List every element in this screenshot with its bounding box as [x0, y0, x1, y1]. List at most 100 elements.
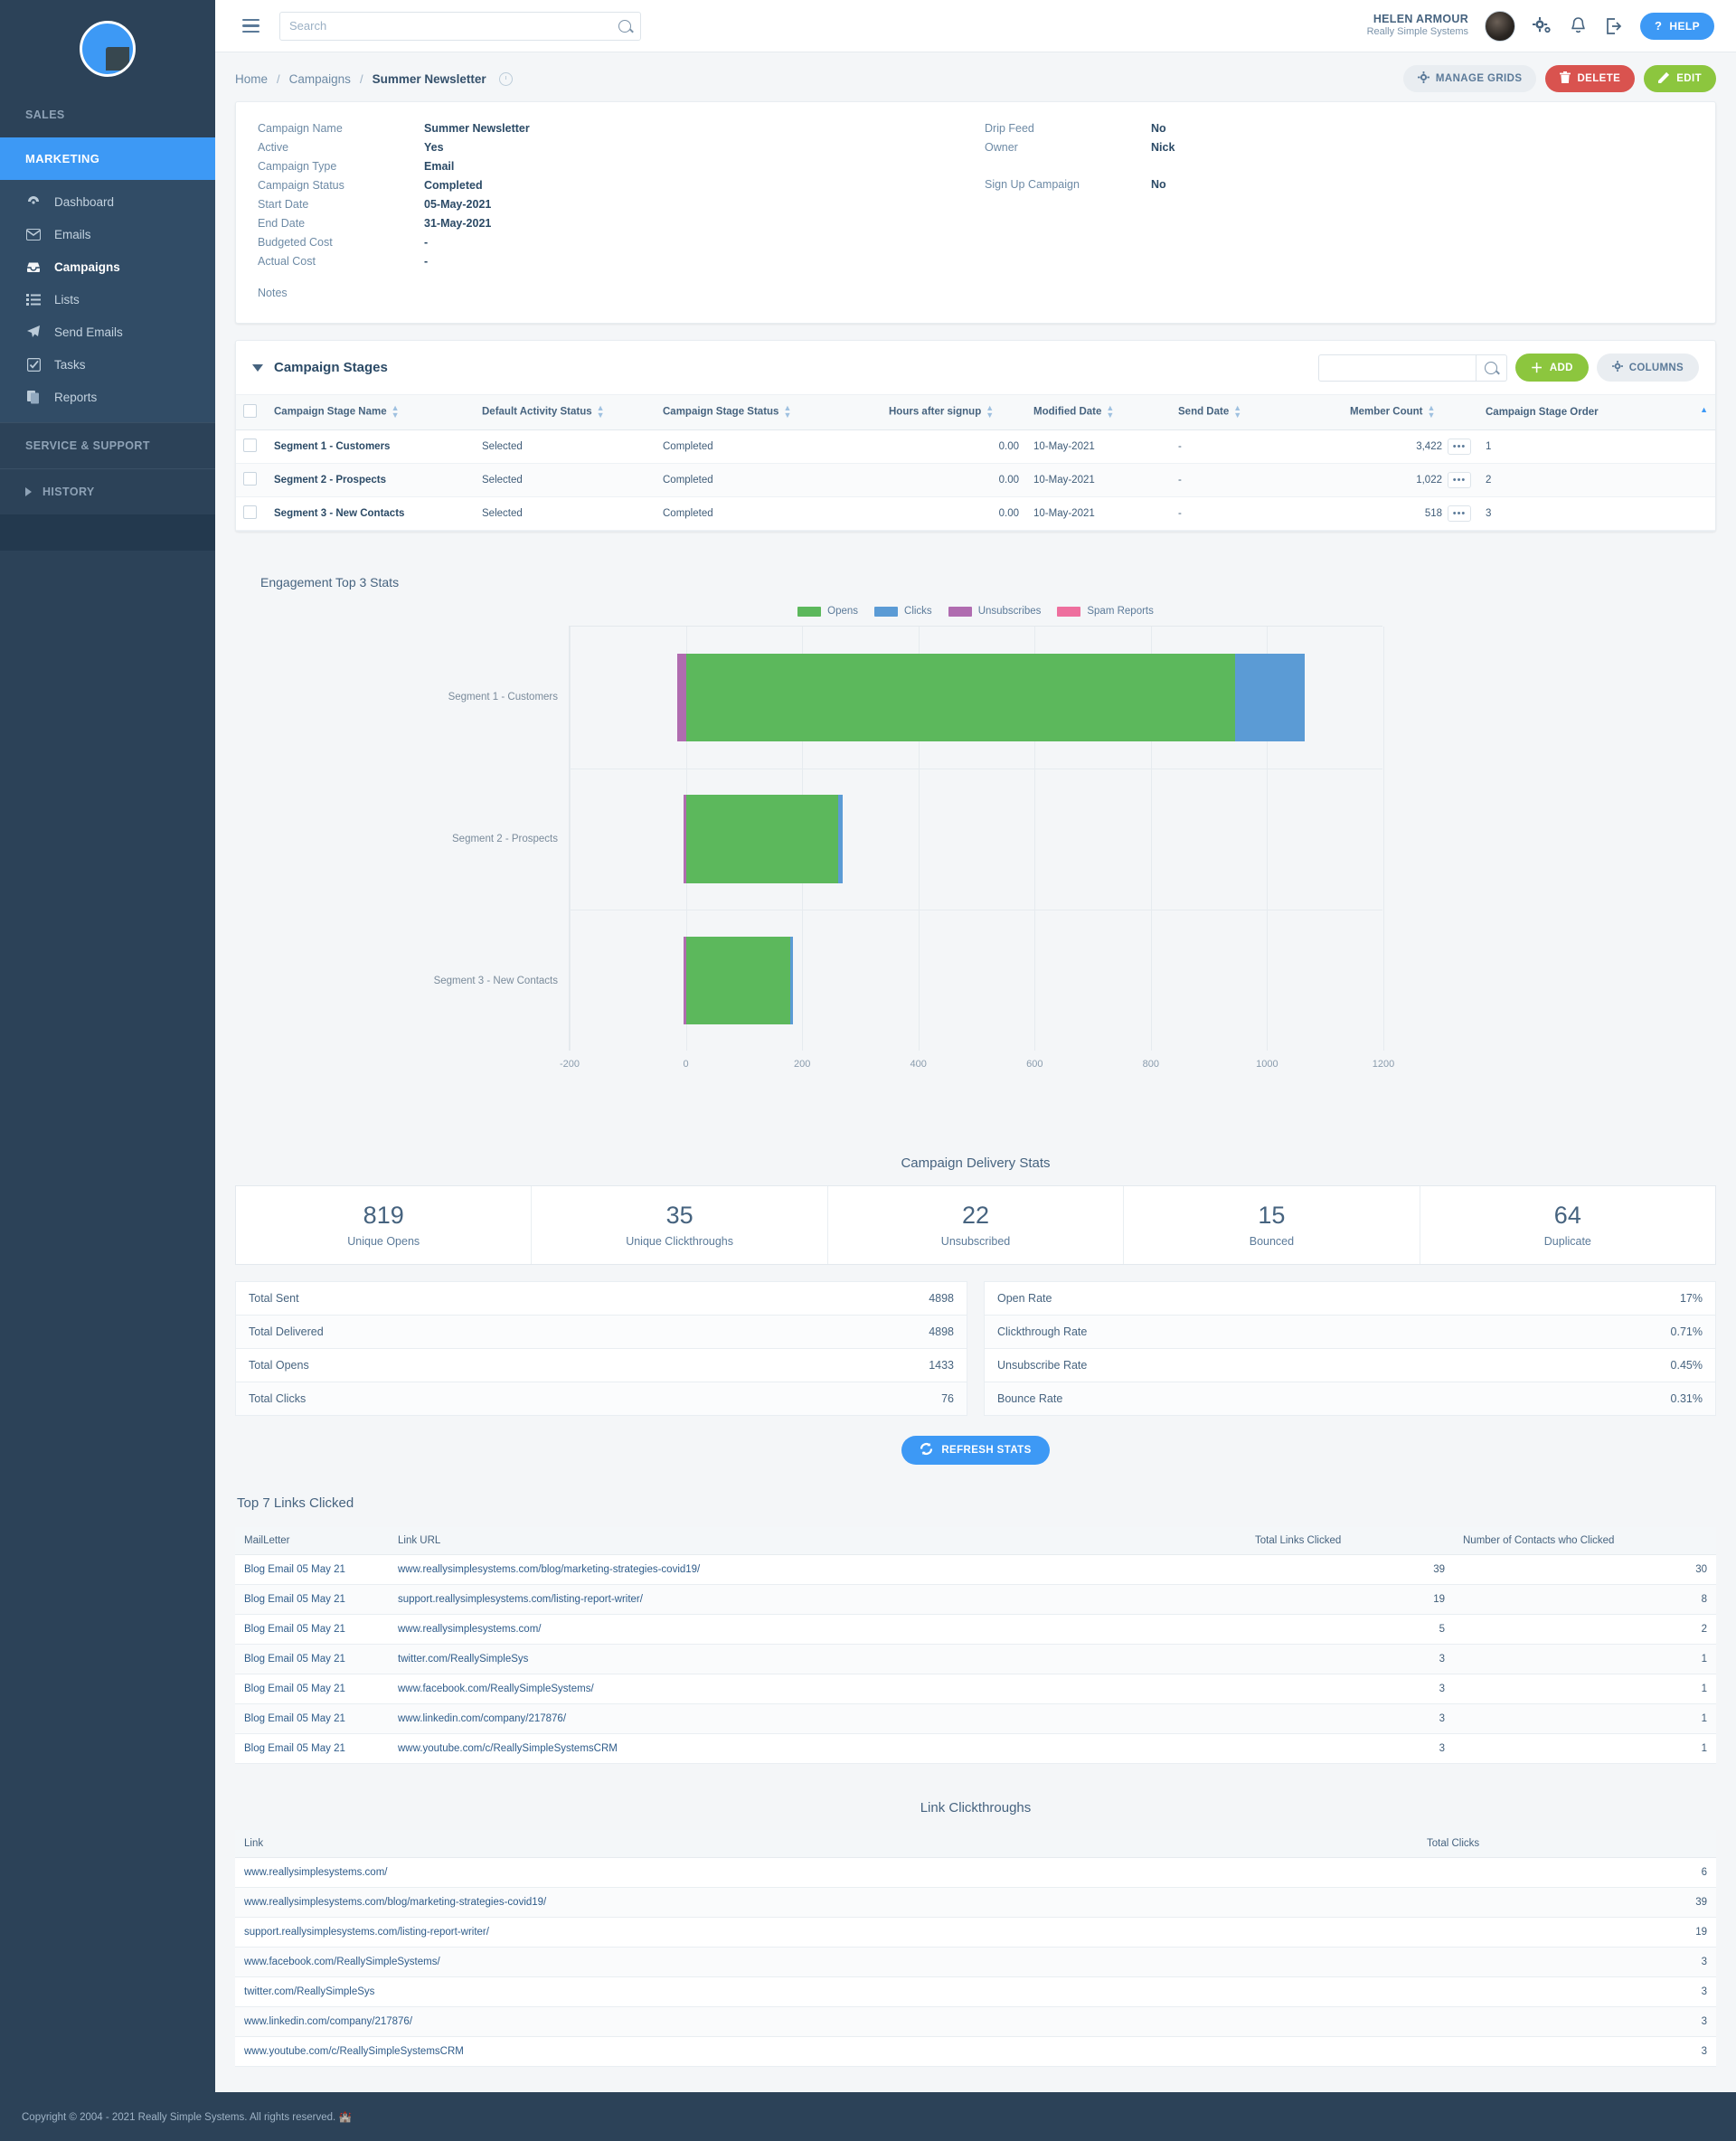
- link-text[interactable]: Blog Email 05 May 21: [244, 1743, 345, 1754]
- table-row[interactable]: www.reallysimplesystems.com/blog/marketi…: [235, 1887, 1716, 1919]
- link-text[interactable]: twitter.com/ReallySimpleSys: [244, 1986, 374, 1997]
- table-row[interactable]: www.linkedin.com/company/217876/3: [235, 2006, 1716, 2038]
- bar-segment-opens[interactable]: [685, 795, 838, 883]
- cell-mailletter[interactable]: Blog Email 05 May 21: [235, 1674, 389, 1705]
- col-hours-after-signup[interactable]: Hours after signup ▲ ▼: [882, 395, 1026, 430]
- link-text[interactable]: www.linkedin.com/company/217876/: [398, 1713, 566, 1724]
- link-text[interactable]: Blog Email 05 May 21: [244, 1564, 345, 1575]
- cell-mailletter[interactable]: Blog Email 05 May 21: [235, 1554, 389, 1586]
- link-text[interactable]: support.reallysimplesystems.com/listing-…: [398, 1594, 643, 1605]
- col-campaign-stage-order[interactable]: Campaign Stage Order ▲: [1478, 395, 1715, 430]
- bar-segment-opens[interactable]: [685, 937, 791, 1025]
- link-text[interactable]: www.facebook.com/ReallySimpleSystems/: [244, 1957, 440, 1967]
- cell-link-url[interactable]: twitter.com/ReallySimpleSys: [389, 1644, 1246, 1675]
- cell-link[interactable]: www.facebook.com/ReallySimpleSystems/: [235, 1947, 1418, 1978]
- menu-toggle-icon[interactable]: [237, 14, 265, 38]
- sidebar-item-send-emails[interactable]: Send Emails: [0, 316, 215, 348]
- global-search[interactable]: [279, 11, 641, 41]
- bell-icon[interactable]: [1568, 16, 1588, 36]
- sidebar-section-sales[interactable]: SALES: [0, 98, 215, 137]
- link-text[interactable]: Blog Email 05 May 21: [244, 1713, 345, 1724]
- cell-mailletter[interactable]: Blog Email 05 May 21: [235, 1614, 389, 1646]
- cell-mailletter[interactable]: Blog Email 05 May 21: [235, 1584, 389, 1616]
- columns-button[interactable]: COLUMNS: [1596, 354, 1699, 382]
- search-input[interactable]: [289, 19, 618, 33]
- logout-icon[interactable]: [1604, 16, 1624, 36]
- edit-button[interactable]: EDIT: [1644, 65, 1716, 92]
- table-row[interactable]: Blog Email 05 May 21 www.reallysimplesyst…: [235, 1554, 1716, 1586]
- row-checkbox[interactable]: [243, 505, 257, 519]
- table-row[interactable]: Blog Email 05 May 21 www.youtube.com/c/Re…: [235, 1733, 1716, 1765]
- avatar[interactable]: [1485, 10, 1516, 42]
- sidebar-section-service-support[interactable]: SERVICE & SUPPORT: [0, 422, 215, 469]
- cell-link[interactable]: www.youtube.com/c/ReallySimpleSystemsCRM: [235, 2036, 1418, 2068]
- help-button[interactable]: ? HELP: [1640, 12, 1714, 40]
- user-info[interactable]: HELEN ARMOUR Really Simple Systems: [1367, 13, 1468, 39]
- bar-segment-opens[interactable]: [685, 653, 1236, 741]
- sidebar-item-campaigns[interactable]: Campaigns: [0, 250, 215, 283]
- select-all-checkbox[interactable]: [243, 404, 257, 418]
- bar-segment-clicks[interactable]: [1235, 653, 1306, 741]
- cell-link-url[interactable]: www.facebook.com/ReallySimpleSystems/: [389, 1674, 1246, 1705]
- cell-link-url[interactable]: www.youtube.com/c/ReallySimpleSystemsCRM: [389, 1733, 1246, 1765]
- sidebar-item-lists[interactable]: Lists: [0, 283, 215, 316]
- bar-segment-unsubscribes[interactable]: [676, 653, 686, 741]
- stages-search-input[interactable]: [1317, 354, 1477, 382]
- stage-name-link[interactable]: Segment 1 - Customers: [274, 441, 390, 452]
- manage-grids-button[interactable]: MANAGE GRIDS: [1402, 65, 1537, 92]
- row-checkbox[interactable]: [243, 439, 257, 452]
- link-text[interactable]: www.reallysimplesystems.com/: [398, 1624, 541, 1635]
- col-default-activity-status[interactable]: Default Activity Status ▲ ▼: [475, 395, 656, 430]
- search-icon[interactable]: [618, 19, 631, 33]
- table-row[interactable]: support.reallysimplesystems.com/listing-…: [235, 1917, 1716, 1948]
- table-row[interactable]: Segment 3 - New Contacts Selected Comple…: [236, 496, 1715, 531]
- sidebar-item-dashboard[interactable]: Dashboard: [0, 185, 215, 218]
- breadcrumb-home[interactable]: Home: [235, 72, 268, 86]
- col-modified-date[interactable]: Modified Date ▲ ▼: [1026, 395, 1171, 430]
- table-row[interactable]: Segment 2 - Prospects Selected Completed…: [236, 463, 1715, 497]
- sidebar-item-reports[interactable]: Reports: [0, 381, 215, 413]
- link-text[interactable]: www.youtube.com/c/ReallySimpleSystemsCRM: [244, 2046, 464, 2057]
- refresh-stats-button[interactable]: REFRESH STATS: [901, 1436, 1050, 1466]
- bar-segment-clicks[interactable]: [838, 795, 844, 883]
- link-text[interactable]: Blog Email 05 May 21: [244, 1624, 345, 1635]
- link-text[interactable]: Blog Email 05 May 21: [244, 1684, 345, 1694]
- legend-item-clicks[interactable]: Clicks: [874, 606, 932, 617]
- link-text[interactable]: www.reallysimplesystems.com/: [244, 1867, 387, 1878]
- link-text[interactable]: www.reallysimplesystems.com/blog/marketi…: [398, 1564, 700, 1575]
- bar-segment-clicks[interactable]: [790, 937, 794, 1025]
- link-text[interactable]: Blog Email 05 May 21: [244, 1654, 345, 1665]
- sidebar-item-emails[interactable]: Emails: [0, 218, 215, 250]
- col-send-date[interactable]: Send Date ▲ ▼: [1171, 395, 1343, 430]
- link-text[interactable]: twitter.com/ReallySimpleSys: [398, 1654, 528, 1665]
- link-text[interactable]: www.reallysimplesystems.com/blog/marketi…: [244, 1897, 546, 1908]
- link-text[interactable]: www.youtube.com/c/ReallySimpleSystemsCRM: [398, 1743, 618, 1754]
- cell-link[interactable]: www.reallysimplesystems.com/: [235, 1857, 1418, 1889]
- table-row[interactable]: www.youtube.com/c/ReallySimpleSystemsCRM…: [235, 2036, 1716, 2068]
- add-stage-button[interactable]: ＋ ADD: [1514, 354, 1589, 382]
- recent-clock-icon[interactable]: [498, 71, 513, 86]
- col-campaign-stage-status[interactable]: Campaign Stage Status ▲ ▼: [656, 395, 882, 430]
- table-row[interactable]: Blog Email 05 May 21 twitter.com/ReallySi…: [235, 1644, 1716, 1675]
- sidebar-section-marketing[interactable]: MARKETING: [0, 137, 215, 180]
- breadcrumb-campaigns[interactable]: Campaigns: [289, 72, 351, 86]
- row-actions-menu-icon[interactable]: •••: [1448, 472, 1471, 488]
- table-row[interactable]: www.reallysimplesystems.com/6: [235, 1857, 1716, 1889]
- stage-name-link[interactable]: Segment 2 - Prospects: [274, 475, 386, 486]
- stage-name-link[interactable]: Segment 3 - New Contacts: [274, 508, 404, 519]
- stages-search-button[interactable]: [1476, 354, 1507, 382]
- delete-button[interactable]: DELETE: [1545, 65, 1636, 92]
- row-actions-menu-icon[interactable]: •••: [1448, 505, 1471, 522]
- cell-link[interactable]: www.linkedin.com/company/217876/: [235, 2006, 1418, 2038]
- link-text[interactable]: www.linkedin.com/company/217876/: [244, 2016, 412, 2027]
- col-campaign-stage-name[interactable]: Campaign Stage Name ▲ ▼: [267, 395, 475, 430]
- logo-container[interactable]: [0, 0, 215, 98]
- legend-item-spam-reports[interactable]: Spam Reports: [1057, 606, 1154, 617]
- cell-mailletter[interactable]: Blog Email 05 May 21: [235, 1703, 389, 1735]
- col-member-count[interactable]: Member Count ▲ ▼: [1343, 395, 1478, 430]
- table-row[interactable]: Blog Email 05 May 21 www.reallysimplesyst…: [235, 1614, 1716, 1646]
- cell-link[interactable]: www.reallysimplesystems.com/blog/marketi…: [235, 1887, 1418, 1919]
- table-row[interactable]: twitter.com/ReallySimpleSys 3: [235, 1976, 1716, 2008]
- link-text[interactable]: www.facebook.com/ReallySimpleSystems/: [398, 1684, 594, 1694]
- cell-link-url[interactable]: www.reallysimplesystems.com/: [389, 1614, 1246, 1646]
